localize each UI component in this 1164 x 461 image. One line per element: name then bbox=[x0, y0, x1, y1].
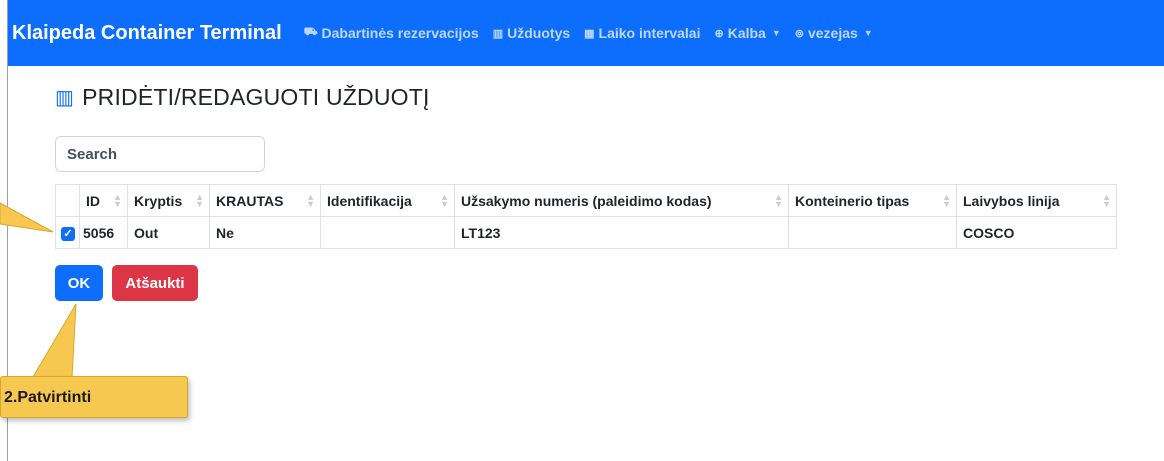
callout-confirm: 2.Patvirtinti bbox=[0, 376, 188, 418]
callout-pointer-ok bbox=[32, 303, 77, 378]
callout-pointer-checkbox bbox=[0, 202, 54, 233]
